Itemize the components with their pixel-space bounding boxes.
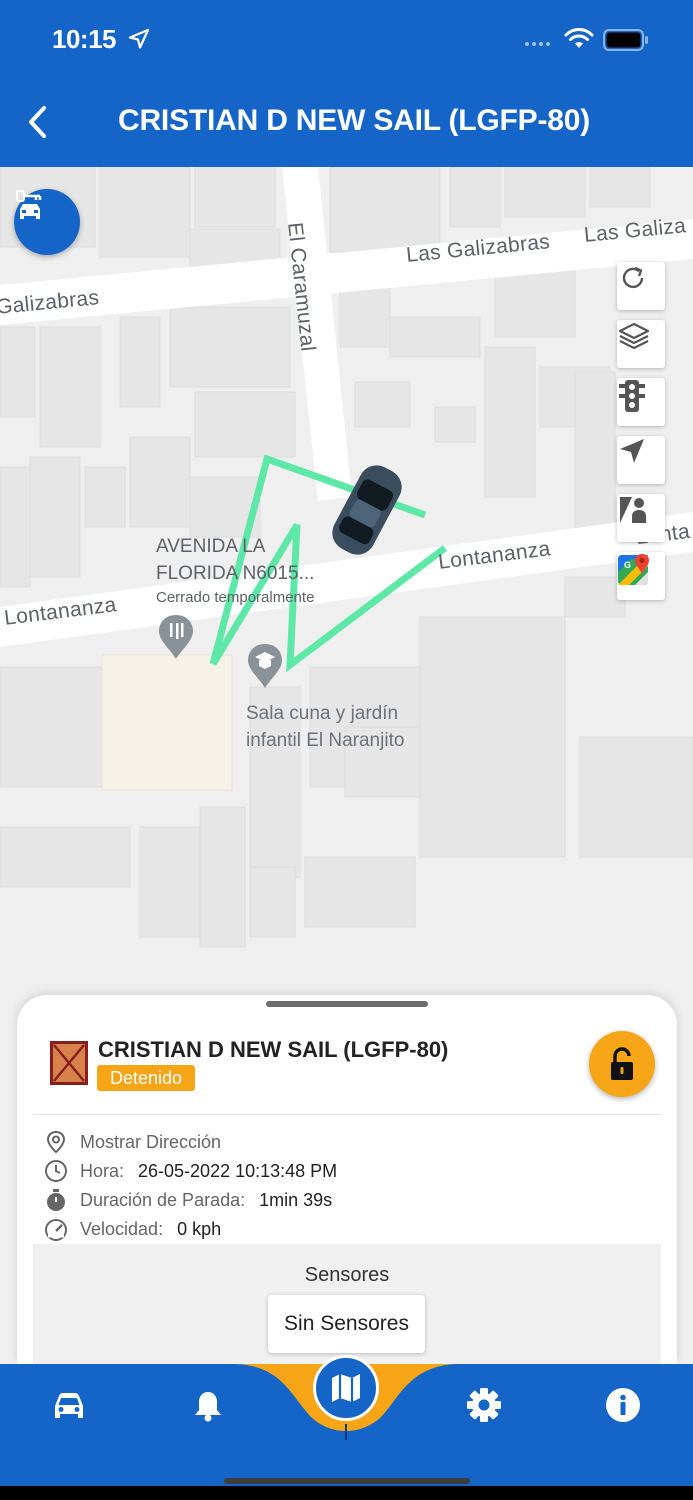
nav-vehicles[interactable] — [39, 1376, 99, 1436]
nav-info[interactable] — [593, 1375, 653, 1435]
refresh-icon — [622, 266, 644, 289]
street-view-button[interactable] — [617, 494, 665, 542]
school-pin-icon — [248, 644, 282, 688]
stop-duration-row: Duración de Parada: 1min 39s — [43, 1187, 332, 1213]
map-icon — [332, 1374, 360, 1402]
bottom-navigation — [0, 1355, 693, 1486]
navigation-button[interactable] — [617, 436, 665, 484]
poi-label-school: Sala cuna y jardín — [246, 703, 399, 724]
status-time: 10:15 — [52, 24, 117, 54]
poi-label-avenida: AVENIDA LA — [156, 536, 266, 557]
address-row[interactable]: Mostrar Dirección — [43, 1129, 221, 1155]
layers-icon — [618, 322, 650, 350]
sensors-panel: Sensores Sin Sensores — [33, 1244, 661, 1364]
chevron-left-icon — [29, 106, 46, 138]
address-link[interactable]: Mostrar Dirección — [80, 1132, 221, 1153]
navigation-icon — [620, 439, 644, 463]
poi-status-label: Cerrado temporalmente — [156, 589, 315, 606]
divider — [33, 1114, 661, 1115]
car-key-icon — [16, 190, 42, 219]
app-header: 10:15 CRISTIAN D NEW SAIL (LGFP-80) — [0, 0, 693, 167]
car-icon — [55, 1393, 83, 1418]
speed-row: Velocidad: 0 kph — [43, 1216, 221, 1242]
page-title: CRISTIAN D NEW SAIL (LGFP-80) — [118, 104, 590, 137]
nav-notifications[interactable] — [178, 1376, 238, 1436]
bell-icon — [195, 1392, 221, 1422]
vehicle-list-button[interactable] — [14, 189, 80, 255]
time-value: 26-05-2022 10:13:48 PM — [138, 1160, 338, 1181]
speedometer-icon — [45, 1219, 67, 1241]
vehicle-stopped-icon — [50, 1041, 88, 1085]
traffic-light-icon — [619, 380, 645, 412]
info-icon — [606, 1388, 640, 1422]
lock-open-icon — [611, 1047, 633, 1080]
back-button[interactable] — [18, 100, 62, 144]
poi-label-avenida: FLORIDA N6015... — [156, 563, 315, 584]
stop-duration-value: 1min 39s — [259, 1189, 333, 1210]
google-maps-icon: G — [618, 554, 649, 585]
wifi-icon — [564, 28, 594, 48]
home-indicator — [224, 1478, 470, 1484]
time-row: Hora: 26-05-2022 10:13:48 PM — [43, 1158, 337, 1184]
google-maps-button[interactable]: G — [617, 552, 665, 600]
vehicle-name: CRISTIAN D NEW SAIL (LGFP-80) — [98, 1037, 449, 1062]
clock-icon — [45, 1160, 67, 1182]
location-pin-icon — [46, 1130, 66, 1154]
restaurant-pin-icon — [159, 615, 193, 659]
nav-settings[interactable] — [454, 1375, 514, 1435]
battery-icon — [603, 29, 648, 51]
lock-button[interactable] — [589, 1031, 655, 1097]
vehicle-detail-sheet[interactable]: CRISTIAN D NEW SAIL (LGFP-80) Detenido M… — [17, 995, 677, 1364]
stop-duration-label: Duración de Parada: — [80, 1189, 246, 1210]
nav-map[interactable] — [313, 1355, 379, 1421]
speed-label: Velocidad: — [80, 1218, 164, 1239]
no-sensors-button[interactable]: Sin Sensores — [268, 1295, 425, 1353]
time-label: Hora: — [80, 1160, 125, 1181]
stopwatch-icon — [47, 1189, 65, 1211]
status-badge: Detenido — [97, 1065, 196, 1091]
speed-value: 0 kph — [177, 1218, 222, 1239]
sensors-title: Sensores — [304, 1264, 390, 1286]
traffic-button[interactable] — [617, 378, 665, 426]
sheet-drag-handle[interactable] — [266, 1001, 428, 1007]
layers-button[interactable] — [617, 320, 665, 368]
location-arrow-icon — [128, 28, 150, 49]
svg-text:G: G — [624, 560, 631, 570]
poi-label-school: infantil El Naranjito — [246, 730, 405, 751]
street-view-icon — [620, 497, 646, 523]
gear-icon — [467, 1388, 501, 1422]
cellular-signal-icon — [525, 42, 550, 46]
refresh-button[interactable] — [617, 262, 665, 310]
